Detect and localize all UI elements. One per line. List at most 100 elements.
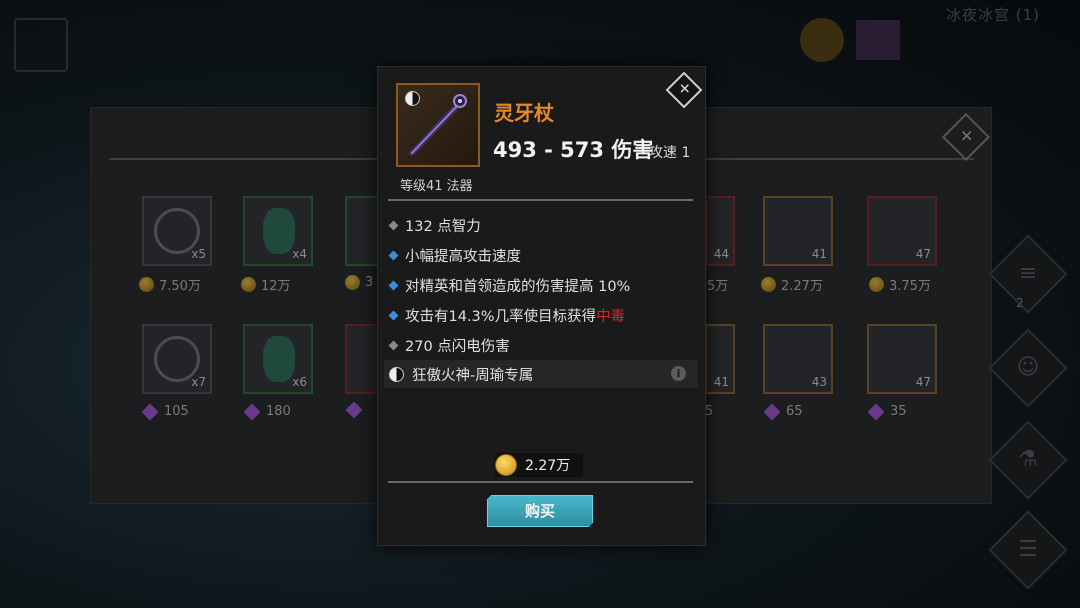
bullet-icon — [388, 280, 399, 291]
shop-slot[interactable] — [345, 324, 381, 394]
item-count: x4 — [292, 247, 307, 261]
shop-slot[interactable]: x5 — [142, 196, 212, 266]
potion-icon: ⚗ — [1018, 447, 1038, 472]
item-level-type: 等级41 法器 — [400, 179, 473, 194]
slot-price: 35 — [867, 403, 907, 420]
tooltip-close-button[interactable]: ✕ — [665, 71, 703, 109]
shop-slot[interactable]: x4 — [243, 196, 313, 266]
item-count: x5 — [191, 247, 206, 261]
buy-button[interactable]: 购买 — [487, 495, 593, 527]
gem-currency-icon — [141, 403, 159, 420]
coin-icon — [139, 277, 154, 292]
coin-icon — [241, 277, 256, 292]
slot-price — [345, 401, 363, 419]
shop-slot[interactable]: 41 — [763, 196, 833, 266]
slot-price: 105 — [141, 403, 189, 420]
bullet-icon — [388, 310, 399, 321]
item-price: 2.27万 — [495, 453, 583, 477]
slot-price: 12万 — [241, 275, 291, 294]
price-value: 3.75万 — [889, 279, 931, 294]
coin-icon — [495, 454, 517, 476]
item-count: x7 — [191, 375, 206, 389]
shop-slot[interactable]: 47 — [867, 196, 937, 266]
nav-badge: 2 — [1016, 296, 1024, 310]
slot-price: 7.50万 — [139, 275, 201, 294]
price-value: 105 — [164, 404, 189, 419]
gem-currency-icon — [763, 403, 781, 420]
shop-slot[interactable]: 44 — [705, 196, 735, 266]
gem-icon — [263, 336, 295, 382]
gem-icon — [263, 208, 295, 254]
stat-text: 对精英和首领造成的伤害提高 10% — [405, 279, 631, 295]
stat-line: 对精英和首领造成的伤害提高 10% — [388, 275, 631, 296]
gem-currency-icon — [345, 401, 363, 419]
slot-price: 65 — [763, 403, 803, 420]
stat-text: 270 点闪电伤害 — [405, 339, 510, 355]
shop-slot[interactable]: 43 — [763, 324, 833, 394]
tooltip-divider — [388, 199, 693, 201]
item-count: 44 — [713, 247, 729, 261]
quest-icon: ≡ — [1018, 261, 1038, 286]
price-value: 7.50万 — [159, 279, 201, 294]
slot-price: 180 — [243, 403, 291, 420]
coin-icon — [345, 275, 360, 290]
yin-yang-icon — [389, 366, 404, 382]
item-count: 47 — [915, 247, 931, 261]
close-icon: ✕ — [960, 126, 974, 146]
item-count: 47 — [915, 375, 931, 389]
slot-price: 5 — [705, 404, 713, 419]
bullet-icon — [388, 340, 399, 351]
location-title: 冰夜冰宫 (1) — [945, 6, 1040, 24]
poison-highlight: 中毒 — [596, 309, 626, 325]
price-value: 2.27万 — [525, 458, 571, 474]
gem-currency-icon — [243, 403, 261, 420]
menu-icon[interactable] — [14, 18, 68, 72]
item-count: x6 — [292, 375, 307, 389]
gem-currency-icon — [867, 403, 885, 420]
price-value: 5万 — [707, 279, 729, 294]
slot-price: 2.27万 — [761, 275, 823, 294]
stat-line: 攻击有14.3%几率使目标获得中毒 — [388, 305, 626, 326]
list-icon: ☰ — [1018, 537, 1038, 562]
slot-price: 3.75万 — [869, 275, 931, 294]
shop-slot[interactable] — [345, 196, 381, 266]
item-count: 43 — [811, 375, 827, 389]
set-bonus-row: 狂傲火神-周瑜专属 i — [384, 360, 698, 388]
coin-icon — [761, 277, 776, 292]
stat-line: 132 点智力 — [388, 215, 481, 236]
portal-icon[interactable] — [800, 18, 844, 62]
price-value: 5 — [705, 404, 714, 419]
coin-icon — [869, 277, 884, 292]
price-value: 3 — [365, 275, 374, 290]
shop-slot[interactable]: x6 — [243, 324, 313, 394]
price-value: 2.27万 — [781, 279, 823, 294]
slot-price: 3 — [345, 275, 373, 290]
item-name: 灵牙杖 — [494, 101, 554, 125]
item-tooltip: ✕ 等级41 法器 灵牙杖 493 - 573 伤害 攻速 1 132 点智力 … — [377, 66, 706, 546]
info-icon[interactable]: i — [671, 366, 686, 381]
price-value: 12万 — [261, 279, 291, 294]
shop-close-button[interactable]: ✕ — [941, 112, 991, 162]
price-value: 65 — [786, 404, 803, 419]
slot-price: 5万 — [707, 275, 728, 294]
social-icon: ☺ — [1016, 355, 1040, 380]
bullet-icon — [388, 250, 399, 261]
item-damage: 493 - 573 伤害 — [493, 138, 654, 162]
event-icon[interactable] — [856, 20, 900, 60]
shop-slot[interactable]: x7 — [142, 324, 212, 394]
item-count: 41 — [811, 247, 827, 261]
stat-line: 小幅提高攻击速度 — [388, 245, 521, 266]
stat-text: 132 点智力 — [405, 219, 481, 235]
stat-text: 攻击有14.3%几率使目标获得 — [405, 309, 597, 325]
item-icon-frame — [396, 83, 480, 167]
staff-icon — [409, 94, 467, 156]
tooltip-divider — [388, 481, 693, 483]
price-value: 180 — [266, 404, 291, 419]
stat-line: 270 点闪电伤害 — [388, 335, 510, 356]
shop-slot[interactable]: 41 — [705, 324, 735, 394]
attack-speed: 攻速 1 — [649, 145, 691, 161]
set-label: 狂傲火神-周瑜专属 — [412, 367, 534, 384]
stat-text: 小幅提高攻击速度 — [405, 249, 521, 265]
item-count: 41 — [713, 375, 729, 389]
shop-slot[interactable]: 47 — [867, 324, 937, 394]
